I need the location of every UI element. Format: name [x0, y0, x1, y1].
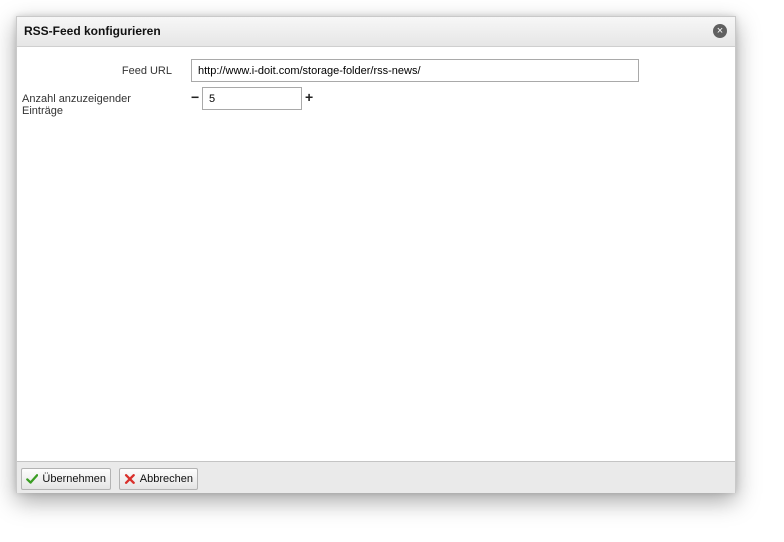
cancel-button[interactable]: Abbrechen [119, 468, 198, 490]
rss-config-dialog: RSS-Feed konfigurieren × Feed URL Anzahl… [16, 16, 736, 493]
checkmark-icon [26, 474, 39, 484]
accept-button[interactable]: Übernehmen [21, 468, 111, 490]
entry-count-label: Anzahl anzuzeigender Einträge [22, 93, 131, 117]
dialog-footer: Übernehmen Abbrechen [17, 461, 735, 493]
dialog-titlebar: RSS-Feed konfigurieren × [17, 17, 735, 47]
accept-button-label: Übernehmen [42, 473, 106, 485]
decrement-button[interactable]: − [191, 90, 199, 104]
cancel-button-label: Abbrechen [139, 473, 193, 485]
entry-count-input[interactable] [202, 87, 302, 110]
red-x-icon [124, 474, 135, 484]
feed-url-input[interactable] [191, 59, 639, 82]
dialog-title: RSS-Feed konfigurieren [24, 24, 161, 38]
close-icon[interactable]: × [713, 24, 727, 38]
feed-url-label: Feed URL [121, 65, 172, 77]
increment-button[interactable]: + [305, 90, 313, 104]
